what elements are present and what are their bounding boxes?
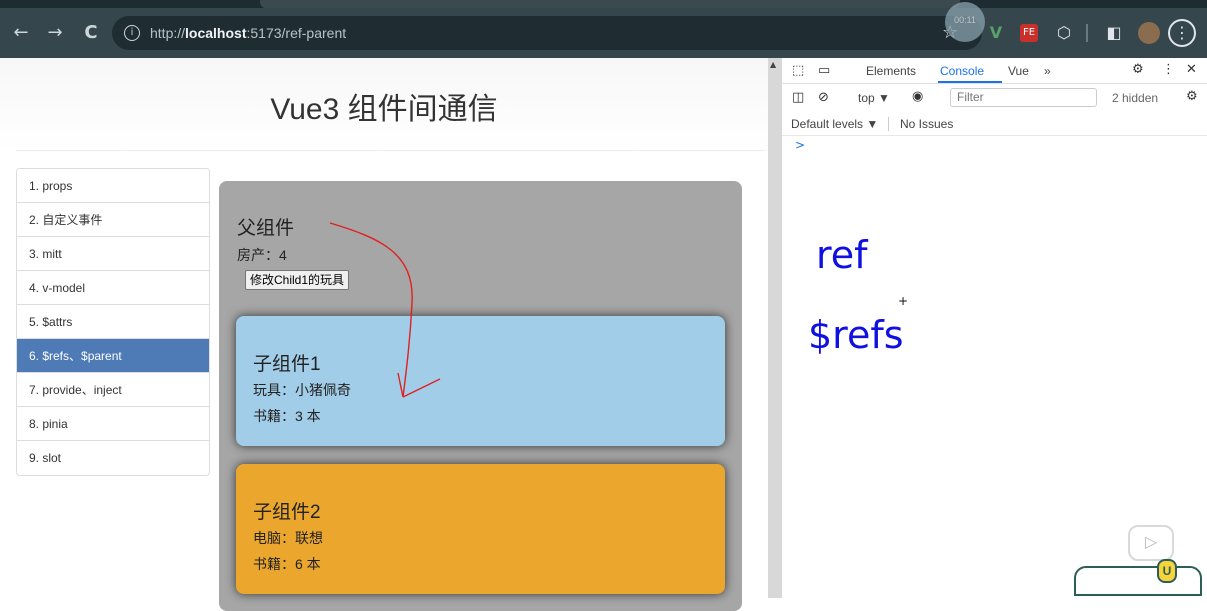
device-toolbar-icon[interactable]: ▭ xyxy=(818,63,830,78)
active-tab-underline xyxy=(938,81,1002,83)
menu-item-pinia[interactable]: 8. pinia xyxy=(17,407,209,441)
more-tabs-button[interactable]: » xyxy=(1044,64,1051,78)
page-title: Vue3 组件间通信 xyxy=(270,93,498,126)
page-viewport: Vue3 组件间通信 1. props 2. 自定义事件 3. mitt 4. … xyxy=(0,58,768,611)
menu-item-provide-inject[interactable]: 7. provide、inject xyxy=(17,373,209,407)
info-icon[interactable]: i xyxy=(124,25,140,41)
log-levels-dropdown[interactable]: Default levels ▼ xyxy=(791,117,878,131)
reload-button[interactable]: C xyxy=(78,20,104,46)
menu-item-v-model[interactable]: 4. v-model xyxy=(17,271,209,305)
active-tab-edge[interactable] xyxy=(260,0,960,8)
url-rest: :5173/ref-parent xyxy=(246,25,347,41)
scroll-up-arrow-icon[interactable]: ▲ xyxy=(770,60,776,69)
menu-item-props[interactable]: 1. props xyxy=(17,169,209,203)
child2-books-text: 书籍：6 本 xyxy=(253,556,321,572)
menu-item-slot[interactable]: 9. slot xyxy=(17,441,209,475)
console-settings-gear-icon[interactable]: ⚙ xyxy=(1186,89,1198,104)
context-select[interactable]: top ▼ xyxy=(858,91,890,105)
devtools-panel: ▲ ⬚ ▭ Elements Console Vue » ⚙ ⋮ ✕ ◫ ⊘ t… xyxy=(768,58,1207,598)
menu-item-mitt[interactable]: 3. mitt xyxy=(17,237,209,271)
console-filter-input[interactable]: Filter xyxy=(950,88,1097,107)
page-scrollbar[interactable]: ▲ xyxy=(768,58,782,598)
recording-timer: 00:11 xyxy=(945,2,985,42)
child2-card: 子组件2 电脑：联想 书籍：6 本 xyxy=(236,464,725,594)
console-levels-bar: Default levels ▼ No Issues xyxy=(782,112,1207,136)
browser-toolbar: ← → C i http://localhost:5173/ref-parent… xyxy=(0,2,1207,58)
live-expression-eye-icon[interactable]: ◉ xyxy=(912,89,923,104)
profile-avatar[interactable] xyxy=(1138,22,1160,44)
child2-title: 子组件2 xyxy=(253,502,321,523)
red-arrow-annotation xyxy=(329,222,441,398)
parent-title: 父组件 xyxy=(237,218,295,239)
watermark-badge-icon: U xyxy=(1157,559,1177,583)
menu-item-custom-event[interactable]: 2. 自定义事件 xyxy=(17,203,209,237)
inspect-element-icon[interactable]: ⬚ xyxy=(792,63,804,78)
clear-console-icon[interactable]: ⊘ xyxy=(818,90,829,105)
back-button[interactable]: ← xyxy=(8,20,34,46)
url-prefix: http:// xyxy=(150,25,186,41)
devtools-tabbar: ⬚ ▭ Elements Console Vue » ⚙ ⋮ ✕ xyxy=(782,58,1207,84)
header-divider xyxy=(16,150,766,151)
child1-card: 子组件1 玩具：小猪佩奇 书籍：3 本 xyxy=(236,316,725,446)
vue-devtools-extension-icon[interactable]: V xyxy=(988,22,1004,44)
devtools-menu-icon[interactable]: ⋮ xyxy=(1162,62,1175,77)
forward-button[interactable]: → xyxy=(42,20,68,46)
close-icon[interactable]: ✕ xyxy=(1186,62,1197,77)
handwritten-ref-annotation: ref xyxy=(816,233,868,277)
console-prompt[interactable]: > xyxy=(795,138,805,152)
tab-vue[interactable]: Vue xyxy=(1008,64,1029,78)
extensions-puzzle-icon[interactable]: ⬡ xyxy=(1054,22,1074,44)
tab-console[interactable]: Console xyxy=(940,64,984,78)
url-host: localhost xyxy=(185,25,247,41)
browser-tab-strip xyxy=(0,0,1207,8)
url-text[interactable]: http://localhost:5173/ref-parent xyxy=(150,25,346,41)
hidden-count[interactable]: 2 hidden xyxy=(1112,91,1158,105)
handwritten-refs-annotation: $refs xyxy=(808,313,904,357)
watermark-logo xyxy=(1074,566,1202,596)
nav-menu: 1. props 2. 自定义事件 3. mitt 4. v-model 5. … xyxy=(16,168,210,476)
child1-title: 子组件1 xyxy=(253,354,321,375)
settings-gear-icon[interactable]: ⚙ xyxy=(1132,62,1144,77)
menu-item-attrs[interactable]: 5. $attrs xyxy=(17,305,209,339)
page-header: Vue3 组件间通信 xyxy=(0,58,768,150)
address-bar[interactable]: i http://localhost:5173/ref-parent ☆ xyxy=(112,16,982,50)
fe-helper-extension-icon[interactable]: FE xyxy=(1020,24,1038,42)
parent-component-card: 父组件 房产：4 修改Child1的玩具 子组件1 玩具：小猪佩奇 书籍：3 本… xyxy=(219,181,742,611)
toolbar-divider xyxy=(1086,24,1088,42)
parent-house-text: 房产：4 xyxy=(237,247,287,263)
child2-computer-text: 电脑：联想 xyxy=(253,530,323,546)
side-panel-icon[interactable]: ◧ xyxy=(1104,22,1124,44)
browser-menu-icon[interactable]: ⋮ xyxy=(1168,19,1196,47)
console-toolbar: ◫ ⊘ top ▼ ◉ Filter 2 hidden ⚙ xyxy=(782,84,1207,112)
issues-button[interactable]: No Issues xyxy=(900,117,953,131)
sidebar-toggle-icon[interactable]: ◫ xyxy=(792,90,804,105)
levels-divider xyxy=(888,117,889,131)
floating-play-button[interactable]: ▷ xyxy=(1128,525,1174,561)
tab-elements[interactable]: Elements xyxy=(866,64,916,78)
plus-cursor-mark: + xyxy=(898,294,909,308)
menu-item-refs-parent[interactable]: 6. $refs、$parent xyxy=(17,339,209,373)
child1-books-text: 书籍：3 本 xyxy=(253,408,321,424)
